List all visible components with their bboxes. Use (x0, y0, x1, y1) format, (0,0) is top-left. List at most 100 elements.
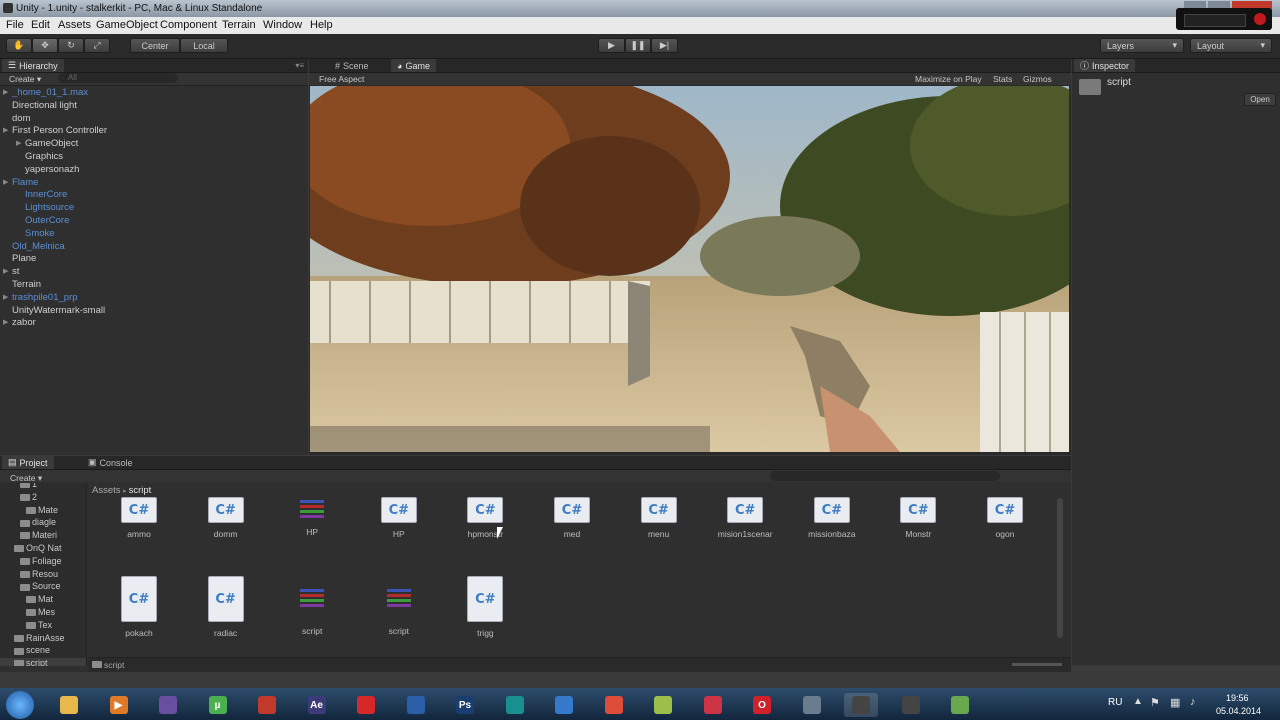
expand-arrow-icon[interactable]: ▶ (3, 178, 8, 186)
tab-inspector[interactable]: ⓘ Inspector (1074, 59, 1136, 72)
taskbar-app-gray-button[interactable] (795, 693, 829, 717)
taskbar-unity-button[interactable] (844, 693, 878, 717)
tab-game[interactable]: ◕ Game (391, 59, 436, 72)
expand-arrow-icon[interactable]: ▶ (3, 267, 8, 275)
hierarchy-item[interactable]: zabor (12, 317, 36, 328)
taskbar-outlook-button[interactable] (547, 693, 581, 717)
hierarchy-item[interactable]: UnityWatermark-small (12, 305, 105, 316)
tree-folder-item[interactable]: Mat (26, 594, 53, 604)
tab-scene[interactable]: # Scene (329, 59, 375, 72)
expand-arrow-icon[interactable]: ▶ (3, 88, 8, 96)
expand-arrow-icon[interactable]: ▶ (3, 318, 8, 326)
asset-item[interactable]: C# menu (619, 497, 699, 539)
pivot-center-button[interactable]: Center (130, 38, 180, 53)
asset-item[interactable]: script (359, 576, 439, 636)
tree-folder-item[interactable]: Source (20, 581, 61, 591)
menu-file[interactable]: File (6, 19, 24, 31)
asset-item[interactable]: C# pokach (99, 576, 179, 638)
hierarchy-item[interactable]: trashpile01_prp (12, 292, 78, 303)
taskbar-app-green-button[interactable] (943, 693, 977, 717)
asset-item[interactable]: C# hpmonstr (445, 497, 525, 539)
expand-arrow-icon[interactable]: ▶ (16, 139, 21, 147)
play-button[interactable]: ▶ (598, 38, 625, 53)
taskbar-notes-button[interactable] (646, 693, 680, 717)
rotate-tool-button[interactable]: ↻ (58, 38, 84, 53)
tree-folder-item[interactable]: Mes (26, 607, 55, 617)
tree-folder-item[interactable]: 2 (20, 492, 37, 502)
tab-hierarchy[interactable]: ☰ Hierarchy (2, 59, 64, 72)
hierarchy-item[interactable]: Smoke (25, 228, 55, 239)
taskbar-unity-2-button[interactable] (894, 693, 928, 717)
tab-project[interactable]: ▤ Project (2, 456, 54, 469)
taskbar-record-button[interactable] (349, 693, 383, 717)
tree-folder-item[interactable]: script (0, 658, 86, 666)
taskbar-brush-button[interactable] (696, 693, 730, 717)
taskbar-app-red-button[interactable] (250, 693, 284, 717)
menu-assets[interactable]: Assets (58, 19, 91, 31)
asset-item[interactable]: C# domm (186, 497, 266, 539)
game-viewport[interactable] (310, 86, 1069, 452)
menu-terrain[interactable]: Terrain (222, 19, 256, 31)
panel-menu-icon[interactable]: ▾≡ (295, 61, 304, 70)
hierarchy-item[interactable]: Graphics (25, 151, 63, 162)
hierarchy-create-button[interactable]: Create ▾ (9, 74, 41, 85)
asset-scrollbar[interactable] (1057, 498, 1063, 638)
taskbar-app-teal-button[interactable] (498, 693, 532, 717)
hierarchy-item[interactable]: Lightsource (25, 202, 74, 213)
tree-folder-item[interactable]: scene (14, 645, 50, 655)
tray-arrow-icon[interactable]: ▲ (1133, 696, 1143, 707)
menu-component[interactable]: Component (160, 19, 217, 31)
hierarchy-item[interactable]: st (12, 266, 19, 277)
step-button[interactable]: ▶| (651, 38, 678, 53)
asset-item[interactable]: C# med (532, 497, 612, 539)
hierarchy-item[interactable]: Old_Melnica (12, 241, 65, 252)
taskbar-app-blue-button[interactable] (399, 693, 433, 717)
tree-folder-item[interactable]: Materi (20, 530, 57, 540)
project-search-input[interactable] (770, 471, 1000, 481)
pause-button[interactable]: ❚❚ (625, 38, 651, 53)
tree-folder-item[interactable]: 1 (20, 483, 37, 489)
expand-arrow-icon[interactable]: ▶ (3, 126, 8, 134)
menu-gameobject[interactable]: GameObject (96, 19, 158, 31)
start-button[interactable] (6, 691, 34, 719)
menu-window[interactable]: Window (263, 19, 302, 31)
language-indicator[interactable]: RU (1108, 697, 1122, 708)
hierarchy-item[interactable]: InnerCore (25, 189, 67, 200)
icon-size-slider[interactable] (1012, 663, 1062, 666)
asset-item[interactable]: C# missionbaza (792, 497, 872, 539)
expand-arrow-icon[interactable]: ▶ (3, 293, 8, 301)
tray-flag-icon[interactable]: ⚑ (1150, 696, 1160, 709)
recorder-widget[interactable] (1176, 8, 1272, 30)
asset-item[interactable]: HP (272, 497, 352, 537)
aspect-dropdown[interactable]: Free Aspect (319, 74, 364, 84)
hierarchy-item[interactable]: Plane (12, 253, 36, 264)
hierarchy-item[interactable]: Flame (12, 177, 38, 188)
hierarchy-item[interactable]: Terrain (12, 279, 41, 290)
tray-volume-icon[interactable]: ♪ (1190, 696, 1196, 708)
asset-item[interactable]: C# radiac (186, 576, 266, 638)
asset-item[interactable]: C# mision1scenar (705, 497, 785, 539)
move-tool-button[interactable]: ✥ (32, 38, 58, 53)
breadcrumb-assets[interactable]: Assets (92, 485, 121, 496)
open-button[interactable]: Open (1244, 93, 1276, 106)
tree-folder-item[interactable]: Tex (26, 620, 52, 630)
tree-folder-item[interactable]: Resou (20, 569, 58, 579)
tree-folder-item[interactable]: diagle (20, 517, 56, 527)
pivot-local-button[interactable]: Local (180, 38, 228, 53)
taskbar-media-player-button[interactable]: ▶ (102, 693, 136, 717)
taskbar-after-effects-button[interactable]: Ae (300, 693, 334, 717)
taskbar-photoshop-button[interactable]: Ps (448, 693, 482, 717)
hierarchy-item[interactable]: yapersonazh (25, 164, 79, 175)
asset-item[interactable]: C# trigg (445, 576, 525, 638)
asset-item[interactable]: C# ammo (99, 497, 179, 539)
hierarchy-item[interactable]: First Person Controller (12, 125, 107, 136)
taskbar-opera-button[interactable]: O (745, 693, 779, 717)
hierarchy-item[interactable]: OuterCore (25, 215, 69, 226)
taskbar-explorer-button[interactable] (52, 693, 86, 717)
asset-item[interactable]: C# Monstr (878, 497, 958, 539)
hierarchy-item[interactable]: dom (12, 113, 30, 124)
hierarchy-item[interactable]: Directional light (12, 100, 77, 111)
hierarchy-item[interactable]: _home_01_1.max (12, 87, 88, 98)
clock-time[interactable]: 19:56 (1226, 693, 1249, 703)
taskbar-utorrent-button[interactable]: µ (201, 693, 235, 717)
